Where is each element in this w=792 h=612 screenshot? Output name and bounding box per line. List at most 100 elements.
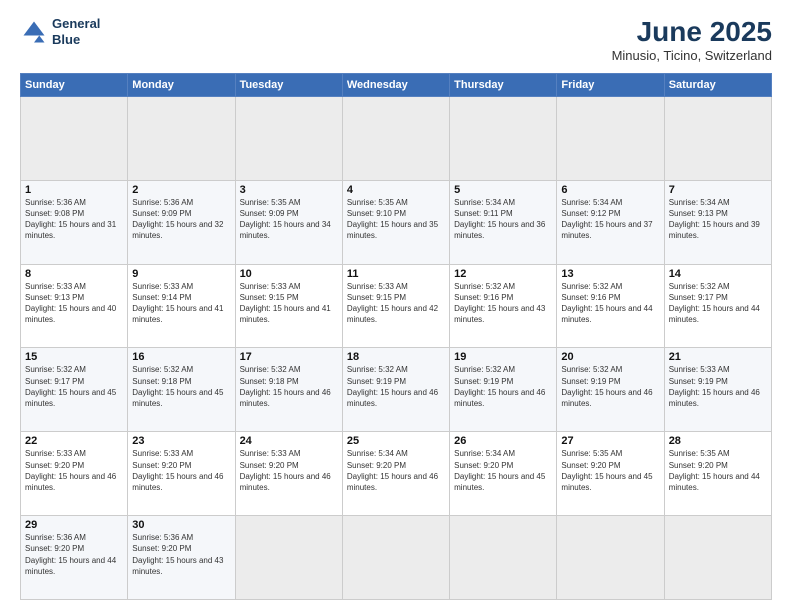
calendar-cell: 26Sunrise: 5:34 AMSunset: 9:20 PMDayligh… <box>450 432 557 516</box>
calendar-cell: 19Sunrise: 5:32 AMSunset: 9:19 PMDayligh… <box>450 348 557 432</box>
calendar-cell: 16Sunrise: 5:32 AMSunset: 9:18 PMDayligh… <box>128 348 235 432</box>
day-info: Sunrise: 5:34 AMSunset: 9:20 PMDaylight:… <box>454 448 552 493</box>
day-number: 8 <box>25 268 123 280</box>
day-header-sunday: Sunday <box>21 74 128 97</box>
day-info: Sunrise: 5:36 AMSunset: 9:09 PMDaylight:… <box>132 197 230 242</box>
day-number: 21 <box>669 351 767 363</box>
calendar-cell: 12Sunrise: 5:32 AMSunset: 9:16 PMDayligh… <box>450 264 557 348</box>
subtitle: Minusio, Ticino, Switzerland <box>612 48 772 63</box>
logo-text: General Blue <box>52 16 100 47</box>
calendar-cell: 24Sunrise: 5:33 AMSunset: 9:20 PMDayligh… <box>235 432 342 516</box>
day-number: 7 <box>669 184 767 196</box>
day-info: Sunrise: 5:33 AMSunset: 9:19 PMDaylight:… <box>669 364 767 409</box>
calendar-cell: 21Sunrise: 5:33 AMSunset: 9:19 PMDayligh… <box>664 348 771 432</box>
calendar-cell: 28Sunrise: 5:35 AMSunset: 9:20 PMDayligh… <box>664 432 771 516</box>
calendar-cell: 18Sunrise: 5:32 AMSunset: 9:19 PMDayligh… <box>342 348 449 432</box>
day-info: Sunrise: 5:33 AMSunset: 9:14 PMDaylight:… <box>132 281 230 326</box>
day-info: Sunrise: 5:33 AMSunset: 9:20 PMDaylight:… <box>25 448 123 493</box>
calendar-week-0 <box>21 97 772 181</box>
page: General Blue June 2025 Minusio, Ticino, … <box>0 0 792 612</box>
day-info: Sunrise: 5:32 AMSunset: 9:17 PMDaylight:… <box>669 281 767 326</box>
day-number: 13 <box>561 268 659 280</box>
calendar-table: SundayMondayTuesdayWednesdayThursdayFrid… <box>20 73 772 600</box>
logo-icon <box>20 18 48 46</box>
day-header-monday: Monday <box>128 74 235 97</box>
calendar-week-5: 29Sunrise: 5:36 AMSunset: 9:20 PMDayligh… <box>21 516 772 600</box>
calendar-week-4: 22Sunrise: 5:33 AMSunset: 9:20 PMDayligh… <box>21 432 772 516</box>
day-info: Sunrise: 5:34 AMSunset: 9:12 PMDaylight:… <box>561 197 659 242</box>
calendar-cell <box>557 97 664 181</box>
logo: General Blue <box>20 16 100 47</box>
calendar-cell: 20Sunrise: 5:32 AMSunset: 9:19 PMDayligh… <box>557 348 664 432</box>
day-number: 12 <box>454 268 552 280</box>
day-info: Sunrise: 5:33 AMSunset: 9:15 PMDaylight:… <box>347 281 445 326</box>
day-info: Sunrise: 5:32 AMSunset: 9:19 PMDaylight:… <box>561 364 659 409</box>
day-number: 3 <box>240 184 338 196</box>
day-info: Sunrise: 5:33 AMSunset: 9:15 PMDaylight:… <box>240 281 338 326</box>
day-header-saturday: Saturday <box>664 74 771 97</box>
calendar-cell: 14Sunrise: 5:32 AMSunset: 9:17 PMDayligh… <box>664 264 771 348</box>
calendar-cell: 2Sunrise: 5:36 AMSunset: 9:09 PMDaylight… <box>128 180 235 264</box>
day-number: 30 <box>132 519 230 531</box>
calendar-cell: 9Sunrise: 5:33 AMSunset: 9:14 PMDaylight… <box>128 264 235 348</box>
day-info: Sunrise: 5:33 AMSunset: 9:20 PMDaylight:… <box>240 448 338 493</box>
day-number: 27 <box>561 435 659 447</box>
calendar-cell <box>342 516 449 600</box>
day-number: 15 <box>25 351 123 363</box>
day-number: 4 <box>347 184 445 196</box>
calendar-cell <box>450 516 557 600</box>
calendar-week-1: 1Sunrise: 5:36 AMSunset: 9:08 PMDaylight… <box>21 180 772 264</box>
day-number: 14 <box>669 268 767 280</box>
calendar-cell: 25Sunrise: 5:34 AMSunset: 9:20 PMDayligh… <box>342 432 449 516</box>
calendar-cell: 23Sunrise: 5:33 AMSunset: 9:20 PMDayligh… <box>128 432 235 516</box>
calendar-cell: 6Sunrise: 5:34 AMSunset: 9:12 PMDaylight… <box>557 180 664 264</box>
calendar-cell <box>342 97 449 181</box>
calendar-cell: 30Sunrise: 5:36 AMSunset: 9:20 PMDayligh… <box>128 516 235 600</box>
day-info: Sunrise: 5:32 AMSunset: 9:16 PMDaylight:… <box>561 281 659 326</box>
day-info: Sunrise: 5:36 AMSunset: 9:20 PMDaylight:… <box>25 532 123 577</box>
day-info: Sunrise: 5:35 AMSunset: 9:10 PMDaylight:… <box>347 197 445 242</box>
day-info: Sunrise: 5:34 AMSunset: 9:20 PMDaylight:… <box>347 448 445 493</box>
calendar-cell <box>664 97 771 181</box>
calendar-cell: 3Sunrise: 5:35 AMSunset: 9:09 PMDaylight… <box>235 180 342 264</box>
calendar-week-3: 15Sunrise: 5:32 AMSunset: 9:17 PMDayligh… <box>21 348 772 432</box>
day-header-wednesday: Wednesday <box>342 74 449 97</box>
day-info: Sunrise: 5:34 AMSunset: 9:11 PMDaylight:… <box>454 197 552 242</box>
calendar-cell: 1Sunrise: 5:36 AMSunset: 9:08 PMDaylight… <box>21 180 128 264</box>
day-number: 20 <box>561 351 659 363</box>
day-number: 19 <box>454 351 552 363</box>
calendar-cell: 5Sunrise: 5:34 AMSunset: 9:11 PMDaylight… <box>450 180 557 264</box>
calendar-cell: 22Sunrise: 5:33 AMSunset: 9:20 PMDayligh… <box>21 432 128 516</box>
day-number: 23 <box>132 435 230 447</box>
day-number: 2 <box>132 184 230 196</box>
calendar-cell <box>450 97 557 181</box>
day-header-friday: Friday <box>557 74 664 97</box>
main-title: June 2025 <box>612 16 772 48</box>
day-number: 22 <box>25 435 123 447</box>
day-info: Sunrise: 5:32 AMSunset: 9:18 PMDaylight:… <box>240 364 338 409</box>
calendar-cell <box>235 97 342 181</box>
calendar-cell: 27Sunrise: 5:35 AMSunset: 9:20 PMDayligh… <box>557 432 664 516</box>
day-number: 26 <box>454 435 552 447</box>
day-number: 11 <box>347 268 445 280</box>
day-number: 6 <box>561 184 659 196</box>
calendar-cell <box>557 516 664 600</box>
day-info: Sunrise: 5:32 AMSunset: 9:19 PMDaylight:… <box>347 364 445 409</box>
day-number: 1 <box>25 184 123 196</box>
day-number: 28 <box>669 435 767 447</box>
calendar-cell: 10Sunrise: 5:33 AMSunset: 9:15 PMDayligh… <box>235 264 342 348</box>
calendar-cell: 15Sunrise: 5:32 AMSunset: 9:17 PMDayligh… <box>21 348 128 432</box>
calendar-header-row: SundayMondayTuesdayWednesdayThursdayFrid… <box>21 74 772 97</box>
day-info: Sunrise: 5:32 AMSunset: 9:19 PMDaylight:… <box>454 364 552 409</box>
day-number: 24 <box>240 435 338 447</box>
calendar-cell: 7Sunrise: 5:34 AMSunset: 9:13 PMDaylight… <box>664 180 771 264</box>
day-info: Sunrise: 5:32 AMSunset: 9:18 PMDaylight:… <box>132 364 230 409</box>
day-info: Sunrise: 5:36 AMSunset: 9:08 PMDaylight:… <box>25 197 123 242</box>
calendar-cell: 29Sunrise: 5:36 AMSunset: 9:20 PMDayligh… <box>21 516 128 600</box>
day-number: 17 <box>240 351 338 363</box>
day-info: Sunrise: 5:35 AMSunset: 9:20 PMDaylight:… <box>561 448 659 493</box>
header: General Blue June 2025 Minusio, Ticino, … <box>20 16 772 63</box>
day-info: Sunrise: 5:32 AMSunset: 9:16 PMDaylight:… <box>454 281 552 326</box>
day-info: Sunrise: 5:33 AMSunset: 9:20 PMDaylight:… <box>132 448 230 493</box>
day-number: 10 <box>240 268 338 280</box>
